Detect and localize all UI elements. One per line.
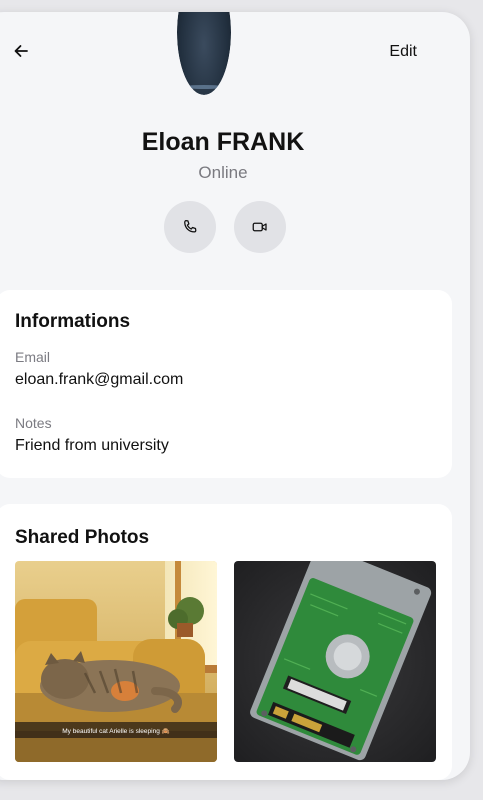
- notes-label: Notes: [15, 415, 52, 431]
- edit-button[interactable]: Edit: [389, 43, 417, 61]
- status-text: Online: [198, 163, 248, 182]
- contact-actions: [164, 201, 286, 253]
- arrow-left-icon: [14, 45, 28, 57]
- notes-value: Friend from university: [15, 437, 169, 454]
- cat-photo-image: My beautiful cat Arielle is sleeping 🙈: [15, 561, 217, 762]
- informations-card: Informations Email eloan.frank@gmail.com…: [0, 290, 452, 478]
- shared-photo-hard-drive[interactable]: [234, 561, 436, 762]
- email-value[interactable]: eloan.frank@gmail.com: [15, 371, 183, 389]
- email-label: Email: [15, 349, 51, 365]
- profile-screen: Edit Eloan FRANK Online Informations Ema…: [0, 12, 470, 780]
- cat-photo-caption: My beautiful cat Arielle is sleeping 🙈: [62, 727, 169, 735]
- shared-photos-card: Shared Photos My beautiful cat Arielle i…: [0, 504, 452, 780]
- shared-photo-cat[interactable]: My beautiful cat Arielle is sleeping 🙈: [15, 561, 217, 762]
- hard-drive-photo-image: [234, 561, 436, 762]
- informations-title: Informations: [15, 311, 131, 332]
- video-call-button[interactable]: [234, 201, 286, 253]
- shared-photos-title: Shared Photos: [15, 527, 150, 548]
- call-button[interactable]: [164, 201, 216, 253]
- back-button[interactable]: [10, 40, 32, 62]
- contact-name: Eloan FRANK: [141, 128, 305, 156]
- phone-icon: [184, 219, 197, 233]
- video-camera-icon: [252, 222, 267, 232]
